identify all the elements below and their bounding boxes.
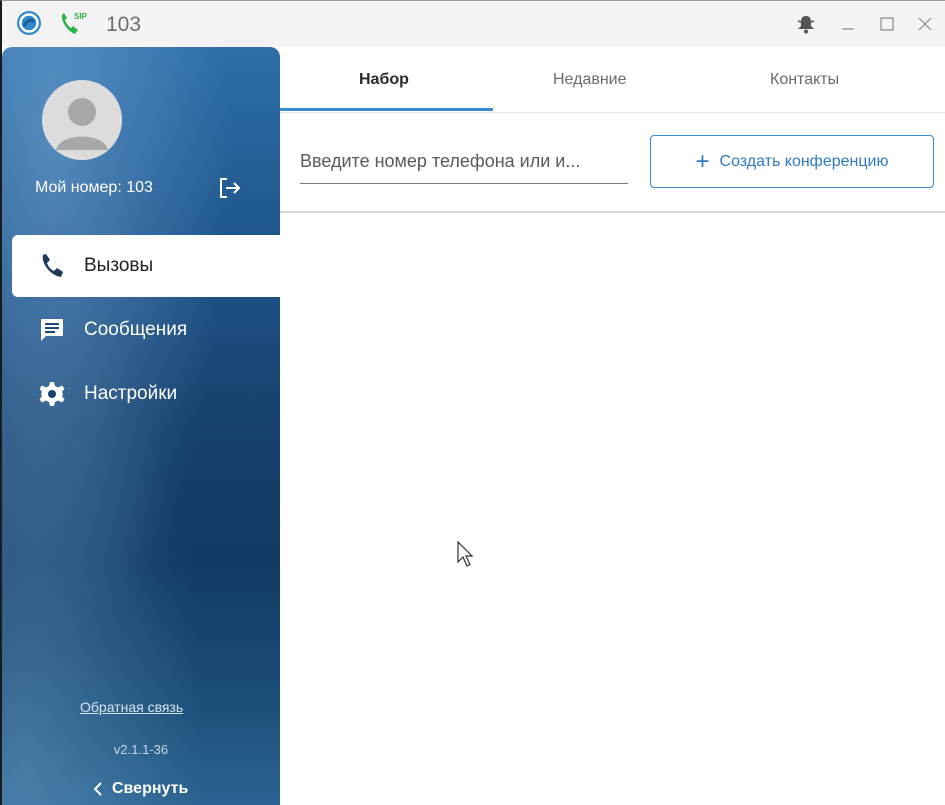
logout-icon[interactable] bbox=[217, 175, 243, 201]
feedback-link[interactable]: Обратная связь bbox=[80, 699, 183, 715]
phone-search-input[interactable] bbox=[300, 140, 628, 184]
sidebar: Мой номер: 103 Вызовы Сообщения Настройк… bbox=[2, 47, 280, 805]
close-button[interactable] bbox=[912, 10, 938, 38]
gear-icon bbox=[39, 382, 65, 406]
user-avatar-icon bbox=[42, 80, 122, 160]
create-conference-button[interactable]: + Создать конференцию bbox=[650, 135, 934, 188]
plus-icon: + bbox=[695, 147, 710, 175]
avatar[interactable] bbox=[42, 80, 122, 160]
window-title: 103 bbox=[106, 13, 142, 36]
my-number-label: Мой номер: 103 bbox=[35, 179, 153, 196]
collapse-label: Свернуть bbox=[112, 780, 189, 797]
minimize-button[interactable] bbox=[835, 10, 861, 38]
sidebar-item-settings[interactable]: Настройки bbox=[12, 363, 280, 425]
phone-icon bbox=[42, 254, 63, 277]
sidebar-item-messages[interactable]: Сообщения bbox=[12, 299, 280, 361]
collapse-button[interactable]: Свернуть bbox=[92, 780, 188, 798]
chevron-left-icon bbox=[93, 782, 102, 796]
dial-content-area bbox=[280, 213, 945, 805]
sidebar-item-label: Вызовы bbox=[84, 255, 154, 276]
bell-icon bbox=[797, 16, 815, 34]
create-conference-label: Создать конференцию bbox=[719, 152, 889, 170]
minimize-icon bbox=[842, 28, 854, 30]
maximize-icon bbox=[880, 17, 894, 31]
sidebar-item-calls[interactable]: Вызовы bbox=[12, 235, 280, 297]
mouse-cursor-icon bbox=[457, 540, 474, 567]
sidebar-item-label: Настройки bbox=[84, 383, 178, 404]
sip-badge: SIP bbox=[74, 12, 88, 21]
title-bar: SIP 103 bbox=[2, 1, 945, 47]
tab-contacts[interactable]: Контакты bbox=[770, 71, 839, 89]
tab-recent[interactable]: Недавние bbox=[553, 71, 627, 89]
sidebar-item-label: Сообщения bbox=[84, 319, 188, 340]
message-icon bbox=[41, 319, 63, 341]
tab-dial[interactable]: Набор bbox=[359, 71, 409, 89]
active-tab-indicator bbox=[280, 108, 493, 111]
close-icon bbox=[918, 17, 932, 31]
bell-button[interactable] bbox=[792, 10, 820, 38]
version-label: v2.1.1-36 bbox=[113, 742, 169, 757]
maximize-button[interactable] bbox=[874, 10, 900, 38]
app-logo-icon bbox=[17, 11, 41, 35]
tab-bar: Набор Недавние Контакты bbox=[280, 47, 945, 113]
sip-phone-icon: SIP bbox=[61, 12, 88, 34]
